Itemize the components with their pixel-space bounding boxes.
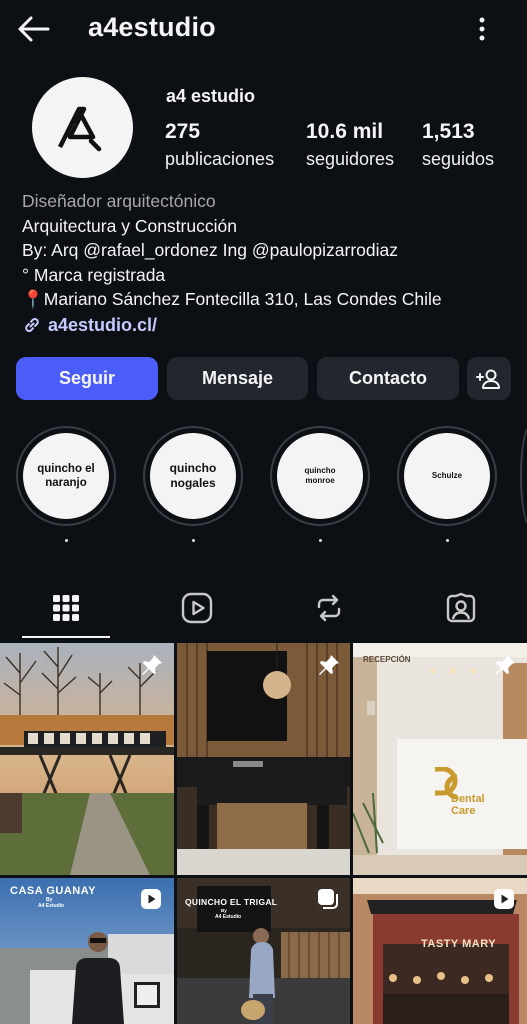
house-photo [0,643,174,875]
reel-indicator-icon [494,889,514,909]
message-button[interactable]: Mensaje [167,357,308,400]
stat-following[interactable]: 1,513 seguidos [422,120,494,170]
follow-button[interactable]: Seguir [16,357,158,400]
story-highlight[interactable]: Schulze [397,426,497,526]
highlight-indicator [319,539,322,542]
bio-category: Diseñador arquitectónico [22,191,216,211]
profile-avatar[interactable] [32,77,133,178]
tab-tagged[interactable] [441,588,481,628]
story-highlight[interactable]: quincho nogales [143,426,243,526]
top-bar: a4estudio [0,0,527,58]
stat-following-label: seguidos [422,149,495,169]
post-thumbnail[interactable]: RECEPCIÓN Dental Care [353,643,527,875]
highlight-cover: quincho monroe [277,433,363,519]
highlight-indicator [446,539,449,542]
reception-sign-text: RECEPCIÓN [363,655,411,664]
grid-icon [53,595,79,621]
tab-reposts[interactable] [309,588,349,628]
bio-line: 📍Mariano Sánchez Fontecilla 310, Las Con… [22,289,442,309]
dental-care-logo-text: Dental Care [451,793,485,817]
pinned-icon [319,655,339,675]
profile-username: a4estudio [88,12,216,42]
contact-button[interactable]: Contacto [317,357,459,400]
tab-reels[interactable] [177,588,217,628]
reel-indicator-icon [141,889,161,909]
logo-line: Dental [451,793,485,805]
stat-followers-label: seguidores [306,149,395,169]
logo-line: Care [451,805,476,817]
highlight-indicator [65,539,68,542]
stat-following-value: 1,513 [422,120,475,143]
stat-posts-value: 275 [165,120,201,143]
reception-photo [353,643,527,875]
stat-posts[interactable]: 275 publicaciones [165,120,274,170]
highlight-indicator [192,539,195,542]
highlight-cover: Schulze [404,433,490,519]
post-thumbnail[interactable]: CASA GUANAY By A4 Estudio [0,878,174,1024]
reel-title: QUINCHO EL TRIGAL [185,897,278,907]
stat-followers[interactable]: 10.6 mil seguidores [306,120,394,170]
restaurant-sign-text: TASTY MARY [421,938,497,950]
suggest-people-button[interactable] [467,357,511,400]
active-tab-indicator [22,636,110,638]
stat-followers-value: 10.6 mil [306,120,384,143]
repost-icon [317,594,341,622]
reel-by-text: By [221,908,227,913]
tab-posts-grid[interactable] [46,588,86,628]
reels-play-icon [181,592,213,624]
back-arrow-icon[interactable] [16,14,50,44]
bio-line: Arquitectura y Construcción [22,215,237,236]
bio-line[interactable]: By: Arq @rafael_ordonez Ing @paulopizarr… [22,238,512,263]
reel-studio-text: A4 Estudio [215,914,242,920]
add-person-icon [476,369,500,389]
highlight-cover: quincho nogales [150,433,236,519]
display-name: a4 estudio [166,86,256,106]
profile-bio: Diseñador arquitectónico Arquitectura y … [22,189,512,336]
highlight-cover: quincho el naranjo [23,433,109,519]
story-highlight[interactable] [520,426,527,526]
website-link-text[interactable]: a4estudio.cl/ [48,315,157,336]
story-highlight[interactable]: quincho el naranjo [16,426,116,526]
post-thumbnail[interactable] [0,643,174,875]
story-highlight[interactable]: quincho monroe [270,426,370,526]
a4-logo-icon [57,106,101,151]
carousel-indicator-icon [318,889,338,909]
post-thumbnail[interactable]: QUINCHO EL TRIGAL By A4 Estudio [177,878,350,1024]
tagged-person-icon [446,592,476,623]
bio-line: ° Marca registrada [22,264,166,285]
reel-studio-text: A4 Estudio [38,903,65,909]
website-link[interactable]: a4estudio.cl/ [22,315,512,336]
post-thumbnail[interactable] [177,643,350,875]
post-thumbnail[interactable]: TASTY MARY [353,878,527,1024]
pinned-icon [142,655,162,675]
stat-posts-label: publicaciones [165,149,275,169]
link-icon [25,318,39,332]
pinned-icon [495,655,515,675]
reel-title: CASA GUANAY [10,885,96,897]
more-options-icon[interactable] [470,14,494,44]
kitchen-photo [177,643,350,875]
